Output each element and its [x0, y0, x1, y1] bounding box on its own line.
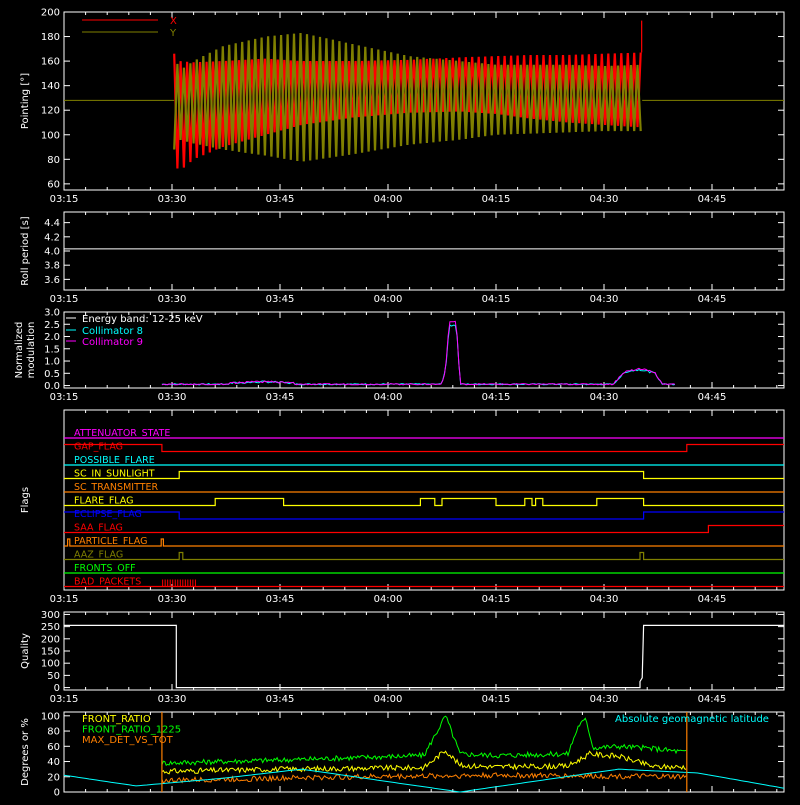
modulation-xtick-label: 03:30 [158, 392, 187, 403]
pointing-ytick-label: 140 [41, 81, 60, 92]
modulation-ytick-label: 0.5 [44, 369, 60, 380]
roll-ylabel: Roll period [s] [20, 216, 31, 285]
flag-label-saa-flag: SAA_FLAG [74, 523, 123, 534]
pointing-xtick-label: 04:00 [374, 194, 403, 205]
modulation-legend-collimator-9: Collimator 9 [82, 337, 143, 348]
flag-label-possible-flare: POSSIBLE_FLARE [74, 455, 155, 466]
modulation-ylabel: modulation [26, 322, 37, 379]
pointing-ytick-label: 180 [41, 32, 60, 43]
figure-canvas: 03:15 03:30 03:45 04:00 04:15 04:30 04:45 60 80 1… [0, 0, 800, 800]
quality-xtick-label: 03:30 [158, 694, 187, 705]
quality-ytick-label: 50 [47, 671, 60, 682]
quality-xtick-label: 04:15 [482, 694, 511, 705]
modulation-legend-collimator-8: Collimator 8 [82, 326, 143, 337]
modulation-xtick-label: 03:45 [266, 392, 295, 403]
pointing-legend-x: X [170, 16, 177, 27]
ratios-ylabel: Degrees or % [20, 718, 31, 786]
flag-label-aaz-flag: AAZ_FLAG [74, 550, 123, 561]
ratios-legend-front-ratio: FRONT_RATIO [82, 714, 151, 725]
quality-xtick-label: 03:45 [266, 694, 295, 705]
quality-ytick-label: 0 [54, 683, 60, 694]
flag-label-eclipse-flag: ECLIPSE_FLAG [74, 509, 142, 520]
ratios-ytick-label: 80 [47, 727, 60, 738]
quality-xtick-label: 03:15 [50, 694, 79, 705]
modulation-xtick-label: 04:00 [374, 392, 403, 403]
quality-ytick-label: 100 [41, 659, 60, 670]
modulation-ytick-label: 2.5 [44, 320, 60, 331]
roll-xtick-label: 04:15 [482, 294, 511, 305]
quality-xtick-label: 04:45 [698, 694, 727, 705]
ratios-ytick-label: 0 [54, 788, 60, 799]
modulation-xtick-label: 04:30 [590, 392, 619, 403]
modulation-xtick-label: 03:15 [50, 392, 79, 403]
quality-xtick-label: 04:00 [374, 694, 403, 705]
flag-label-fronts-off: FRONTS_OFF [74, 563, 136, 574]
pointing-ytick-label: 60 [47, 179, 60, 190]
modulation-ytick-label: 1.5 [44, 344, 60, 355]
ratios-ytick-label: 40 [47, 757, 60, 768]
flags-ylabel: Flags [20, 487, 31, 513]
pointing-ytick-label: 80 [47, 155, 60, 166]
flags-xtick-label: 04:30 [590, 594, 619, 605]
ratios-ytick-label: 60 [47, 742, 60, 753]
flags-xtick-label: 03:15 [50, 594, 79, 605]
roll-xtick-label: 04:45 [698, 294, 727, 305]
pointing-ytick-label: 100 [41, 130, 60, 141]
quality-ytick-label: 250 [41, 622, 60, 633]
modulation-xtick-label: 04:45 [698, 392, 727, 403]
modulation-ylabel: Normalized [14, 322, 25, 379]
pointing-xtick-label: 04:30 [590, 194, 619, 205]
roll-ytick-label: 4.0 [44, 247, 60, 258]
ratios-ytick-label: 20 [47, 772, 60, 783]
ratios-legend-max-det-vs-tot: MAX_DET_VS_TOT [82, 735, 174, 746]
flag-label-flare-flag: FLARE_FLAG [74, 496, 134, 507]
roll-xtick-label: 04:00 [374, 294, 403, 305]
flag-label-attenuator-state: ATTENUATOR_STATE [74, 428, 170, 439]
modulation-ytick-label: 2.0 [44, 332, 60, 343]
modulation-xtick-label: 04:15 [482, 392, 511, 403]
pointing-xtick-label: 04:45 [698, 194, 727, 205]
flag-label-gap-flag: GAP_FLAG [74, 442, 123, 453]
flags-xtick-label: 04:15 [482, 594, 511, 605]
quality-ytick-label: 200 [41, 634, 60, 645]
pointing-xtick-label: 04:15 [482, 194, 511, 205]
flag-label-sc-transmitter: SC_TRANSMITTER [74, 482, 159, 493]
modulation-ytick-label: 0.0 [44, 381, 60, 392]
quality-ylabel: Quality [20, 633, 31, 669]
pointing-xtick-label: 03:45 [266, 194, 295, 205]
flags-xtick-label: 03:45 [266, 594, 295, 605]
modulation-legend-title: Energy band: 12-25 keV [82, 314, 203, 325]
ratios-legend-front-ratio-1225: FRONT_RATIO_1225 [82, 725, 181, 736]
ratios-ytick-label: 100 [41, 711, 60, 722]
roll-xtick-label: 03:30 [158, 294, 187, 305]
pointing-xtick-label: 03:15 [50, 194, 79, 205]
flag-label-particle-flag: PARTICLE_FLAG [74, 536, 147, 547]
quality-xtick-label: 04:30 [590, 694, 619, 705]
flag-label-sc-in-sunlight: SC_IN_SUNLIGHT [74, 469, 155, 480]
flag-label-bad-packets: BAD_PACKETS [74, 577, 141, 588]
modulation-ytick-label: 3.0 [44, 308, 60, 319]
roll-xtick-label: 03:45 [266, 294, 295, 305]
roll-ytick-label: 3.8 [44, 261, 60, 272]
pointing-ylabel: Pointing [°] [20, 73, 31, 129]
rhessi-quicklook-figure: 03:15 03:30 03:45 04:00 04:15 04:30 04:45 60 80 1… [0, 0, 800, 800]
flags-xtick-label: 04:00 [374, 594, 403, 605]
pointing-ytick-label: 120 [41, 106, 60, 117]
roll-ytick-label: 4.4 [44, 218, 60, 229]
modulation-ytick-label: 1.0 [44, 357, 60, 368]
quality-ytick-label: 150 [41, 647, 60, 658]
pointing-legend-y: Y [169, 28, 177, 39]
roll-ytick-label: 4.2 [44, 232, 60, 243]
pointing-ytick-label: 160 [41, 57, 60, 68]
pointing-xtick-label: 03:30 [158, 194, 187, 205]
flags-xtick-label: 04:45 [698, 594, 727, 605]
roll-ytick-label: 3.6 [44, 275, 60, 286]
flags-xtick-label: 03:30 [158, 594, 187, 605]
quality-ytick-label: 300 [41, 610, 60, 621]
roll-xtick-label: 03:15 [50, 294, 79, 305]
pointing-ytick-label: 200 [41, 8, 60, 19]
ratios-annotation: Absolute geomagnetic latitude [615, 714, 769, 725]
roll-xtick-label: 04:30 [590, 294, 619, 305]
